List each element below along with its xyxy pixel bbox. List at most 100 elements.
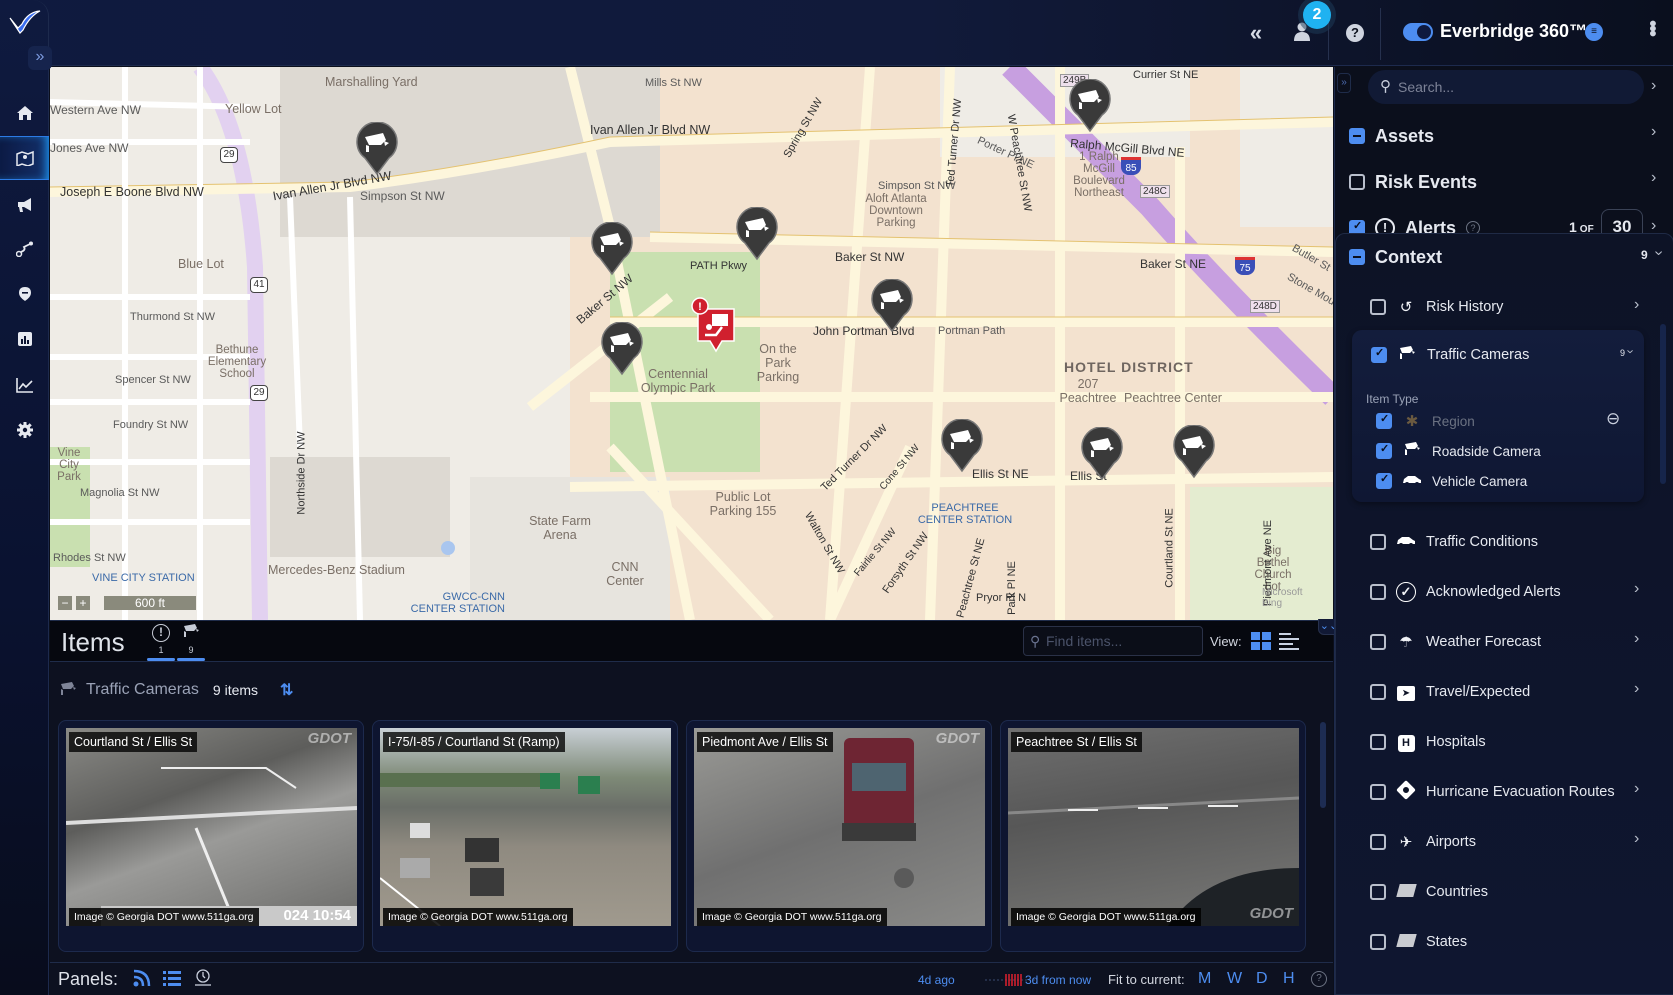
chevron-down-icon[interactable]: › (1650, 250, 1668, 255)
checkbox[interactable] (1370, 934, 1386, 950)
chevron-right-icon[interactable]: › (1651, 169, 1656, 187)
camera-card[interactable]: GDOT Piedmont Ave / Ellis St Image © Geo… (686, 720, 992, 952)
layer-risk-events[interactable]: Risk Events (1349, 167, 1477, 197)
checkbox[interactable] (1370, 834, 1386, 850)
checkbox[interactable] (1371, 346, 1387, 363)
context-item-hospitals[interactable]: H Hospitals (1370, 729, 1640, 755)
nav-analytics[interactable] (0, 363, 49, 407)
risk-events-checkbox[interactable] (1349, 174, 1365, 190)
zoom-in-button[interactable]: + (76, 596, 90, 610)
help-icon[interactable]: ? (1346, 24, 1364, 42)
context-item-weather-forecast[interactable]: ☂ Weather Forecast (1370, 629, 1640, 655)
camera-marker[interactable] (1068, 79, 1112, 133)
nav-routes[interactable] (0, 227, 49, 271)
nav-reports[interactable] (0, 317, 49, 361)
list-view-button[interactable] (1279, 633, 1299, 651)
camera-card[interactable]: GDOT Courtland St / Ellis St 024 10:54 I… (58, 720, 364, 952)
checkbox[interactable] (1370, 784, 1386, 800)
brand-toggle[interactable] (1403, 23, 1433, 41)
items-tab-alerts[interactable]: ! 1 (147, 623, 175, 661)
checkbox[interactable] (1376, 472, 1392, 489)
chevron-right-icon[interactable]: › (1634, 680, 1639, 698)
fit-hour-button[interactable]: H (1283, 970, 1295, 988)
collapse-left-icon[interactable]: « (1231, 20, 1281, 46)
feed-icon[interactable] (133, 969, 151, 992)
camera-marker[interactable] (600, 322, 644, 376)
camera-marker[interactable] (1080, 427, 1124, 481)
layers-scrollbar[interactable] (1660, 324, 1666, 484)
items-scrollbar[interactable] (1320, 722, 1326, 808)
layer-search-input[interactable]: Search... (1368, 70, 1644, 104)
grid-view-button[interactable] (1251, 632, 1271, 650)
list-icon[interactable] (163, 969, 181, 992)
checkbox[interactable] (1376, 442, 1392, 459)
chevron-right-icon[interactable]: › (1634, 580, 1639, 598)
checkbox[interactable] (1370, 684, 1386, 700)
checkbox[interactable] (1370, 634, 1386, 650)
more-menu-icon[interactable]: ••• (1640, 20, 1663, 35)
fit-week-button[interactable]: W (1227, 970, 1242, 988)
camera-marker[interactable] (870, 279, 914, 333)
camera-marker[interactable] (355, 122, 399, 176)
timeline-icon[interactable] (194, 969, 212, 992)
chevron-right-icon[interactable]: › (1634, 296, 1639, 314)
camera-credit: Image © Georgia DOT www.511ga.org (383, 908, 573, 926)
nav-communications[interactable] (0, 183, 49, 227)
fit-month-button[interactable]: M (1198, 970, 1211, 988)
context-item-risk-history[interactable]: ↺ Risk History (1370, 294, 1640, 320)
context-item-states[interactable]: States (1370, 929, 1640, 955)
checkbox[interactable] (1370, 884, 1386, 900)
item-type-vehicle-camera[interactable]: Vehicle Camera (1376, 470, 1527, 492)
map-view[interactable]: Marshalling Yard Yellow Lot Western Ave … (50, 67, 1333, 620)
checkbox[interactable] (1370, 734, 1386, 750)
context-item-countries[interactable]: Countries (1370, 879, 1640, 905)
items-tab-cameras[interactable]: 9 (177, 623, 205, 661)
fit-day-button[interactable]: D (1256, 970, 1268, 988)
chevron-right-icon[interactable]: › (1634, 780, 1639, 798)
layer-context[interactable]: Context (1349, 242, 1442, 272)
timeline-start[interactable]: 4d ago (918, 973, 955, 987)
layer-assets[interactable]: Assets (1349, 121, 1434, 151)
context-checkbox[interactable] (1349, 249, 1365, 265)
zoom-out-icon[interactable]: ⊖ (1606, 409, 1620, 429)
nav-home[interactable] (0, 91, 49, 135)
item-type-region[interactable]: ✱ Region (1376, 410, 1475, 432)
checkbox[interactable] (1370, 299, 1386, 315)
checkbox[interactable] (1376, 412, 1392, 429)
expand-nav-button[interactable]: » (28, 46, 52, 70)
chevron-right-icon[interactable]: › (1651, 123, 1656, 141)
context-item-traffic-conditions[interactable]: Traffic Conditions (1370, 529, 1640, 555)
nav-settings[interactable] (0, 408, 49, 452)
context-item-airports[interactable]: ✈ Airports (1370, 829, 1640, 855)
chevron-right-icon[interactable]: › (1651, 77, 1656, 95)
nav-locations[interactable] (0, 272, 49, 316)
checkbox[interactable] (1370, 534, 1386, 550)
context-item-hurricane-evacuation-routes[interactable]: Hurricane Evacuation Routes (1370, 779, 1640, 805)
notification-badge[interactable]: 2 (1303, 1, 1331, 29)
nav-map[interactable] (0, 136, 49, 180)
camera-card[interactable]: I-75/I-85 / Courtland St (Ramp) Image © … (372, 720, 678, 952)
chat-icon[interactable]: ≡ (1585, 23, 1603, 41)
find-items-input[interactable]: Find items... (1023, 626, 1203, 656)
camera-marker[interactable] (735, 207, 779, 261)
item-type-roadside-camera[interactable]: Roadside Camera (1376, 440, 1541, 462)
assets-checkbox[interactable] (1349, 128, 1365, 144)
everbridge-logo[interactable] (8, 8, 42, 34)
help-icon[interactable]: ? (1311, 971, 1327, 987)
expand-panel-button[interactable]: » (1337, 73, 1351, 93)
camera-marker[interactable] (590, 222, 634, 276)
chevron-right-icon[interactable]: › (1634, 630, 1639, 648)
zoom-out-button[interactable]: − (58, 596, 72, 610)
context-item-travel-expected[interactable]: ➤ Travel/Expected (1370, 679, 1640, 705)
checkbox[interactable] (1370, 584, 1386, 600)
camera-card[interactable]: GDOT Peachtree St / Ellis St Image © Geo… (1000, 720, 1306, 952)
context-item-traffic-cameras[interactable]: Traffic Cameras (1371, 342, 1641, 368)
camera-marker[interactable] (940, 419, 984, 473)
alert-marker[interactable]: ! (690, 297, 735, 353)
timeline-end[interactable]: 3d from now (1025, 973, 1091, 987)
chevron-right-icon[interactable]: › (1634, 830, 1639, 848)
camera-marker[interactable] (1172, 425, 1216, 479)
context-item-acknowledged-alerts[interactable]: ✓ Acknowledged Alerts (1370, 579, 1640, 605)
chevron-down-icon[interactable]: › (1624, 349, 1639, 353)
sort-icon[interactable]: ⇅ (280, 680, 293, 700)
